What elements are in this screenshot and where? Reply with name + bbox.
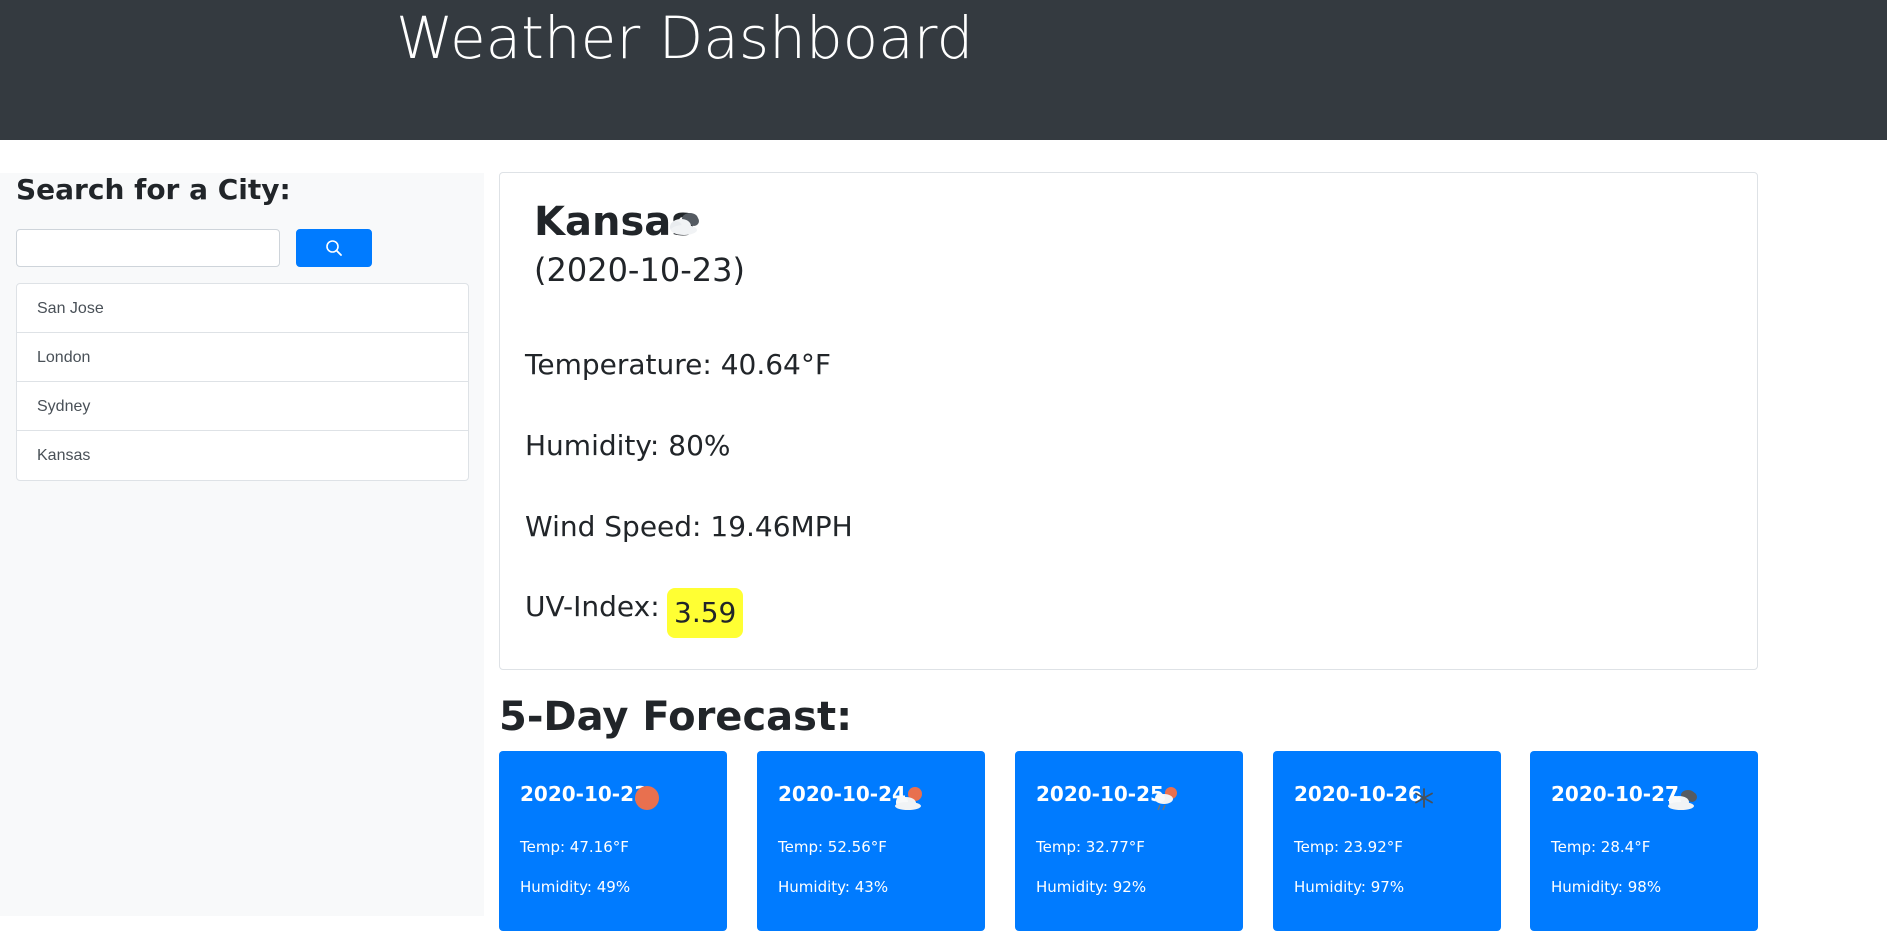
forecast-humidity: Humidity: 43% xyxy=(778,878,889,896)
snow-icon xyxy=(1415,788,1433,808)
forecast-card: 2020-10-26 Temp: 23.92°F Humidity: 97% xyxy=(1273,751,1501,931)
forecast-humidity: Humidity: 98% xyxy=(1551,878,1662,896)
forecast-date: 2020-10-24 xyxy=(778,782,906,806)
forecast-temp: Temp: 32.77°F xyxy=(1036,838,1145,856)
current-temperature: Temperature: 40.64°F xyxy=(525,348,831,381)
forecast-card: 2020-10-25 Temp: 32.77°F Humidity: 92% xyxy=(1015,751,1243,931)
city-history-item[interactable]: London xyxy=(17,333,468,382)
uv-index-label: UV-Index: xyxy=(525,590,660,623)
broken-clouds-icon xyxy=(670,213,699,235)
header-bar: Weather Dashboard xyxy=(0,0,1887,140)
current-weather-card: Kansas (2020-10-23) Temperature: 40.64°F… xyxy=(499,172,1758,670)
current-humidity: Humidity: 80% xyxy=(525,429,731,462)
forecast-date: 2020-10-23 xyxy=(520,782,648,806)
forecast-humidity: Humidity: 49% xyxy=(520,878,631,896)
forecast-heading: 5-Day Forecast: xyxy=(499,694,853,740)
forecast-card: 2020-10-23 Temp: 47.16°F Humidity: 49% xyxy=(499,751,727,931)
search-button[interactable] xyxy=(296,229,372,267)
page-title: Weather Dashboard xyxy=(396,4,974,72)
current-date: (2020-10-23) xyxy=(534,251,745,289)
few-clouds-icon xyxy=(895,787,922,810)
uv-index-badge: 3.59 xyxy=(667,588,744,638)
city-search-input[interactable] xyxy=(16,229,280,267)
search-icon xyxy=(326,240,342,256)
search-sidebar: Search for a City: San Jose London Sydne… xyxy=(0,173,484,916)
city-history-item[interactable]: Sydney xyxy=(17,382,468,431)
forecast-date: 2020-10-26 xyxy=(1294,782,1422,806)
current-wind-speed: Wind Speed: 19.46MPH xyxy=(525,510,853,543)
forecast-temp: Temp: 47.16°F xyxy=(520,838,629,856)
city-history-item[interactable]: Kansas xyxy=(17,431,468,480)
rain-icon xyxy=(1155,787,1177,811)
broken-clouds-icon xyxy=(1668,790,1697,810)
forecast-date: 2020-10-25 xyxy=(1036,782,1164,806)
search-history-list: San Jose London Sydney Kansas xyxy=(16,283,469,481)
forecast-temp: Temp: 52.56°F xyxy=(778,838,887,856)
forecast-humidity: Humidity: 97% xyxy=(1294,878,1405,896)
clear-sun-icon xyxy=(635,786,659,810)
forecast-card: 2020-10-27 Temp: 28.4°F Humidity: 98% xyxy=(1530,751,1758,931)
city-history-item[interactable]: San Jose xyxy=(17,284,468,333)
forecast-temp: Temp: 28.4°F xyxy=(1551,838,1651,856)
forecast-card: 2020-10-24 Temp: 52.56°F Humidity: 43% xyxy=(757,751,985,931)
search-heading: Search for a City: xyxy=(16,173,291,206)
forecast-humidity: Humidity: 92% xyxy=(1036,878,1147,896)
forecast-date: 2020-10-27 xyxy=(1551,782,1679,806)
forecast-temp: Temp: 23.92°F xyxy=(1294,838,1403,856)
